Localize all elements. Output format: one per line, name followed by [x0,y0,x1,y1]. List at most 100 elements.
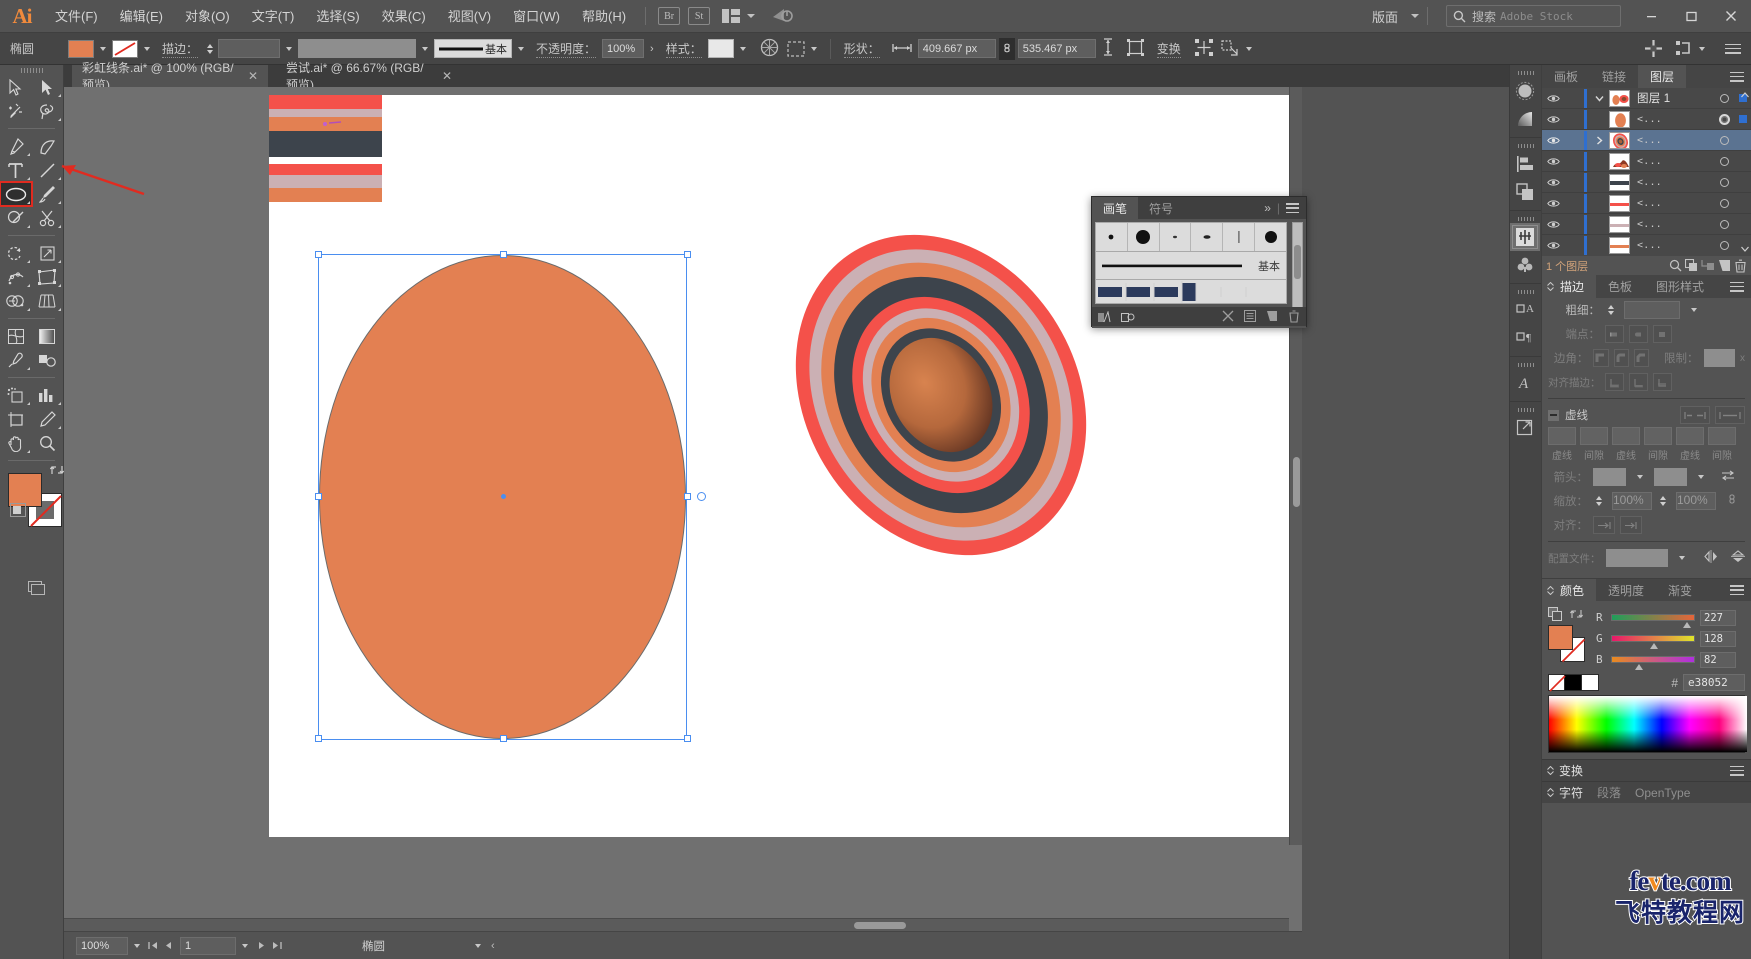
layers-scroll-down-icon[interactable] [1739,243,1750,254]
target-indicator-6[interactable] [1713,219,1735,229]
concentric-rainbow-ellipse[interactable] [769,220,1114,570]
paintbrush-tool[interactable] [32,182,64,206]
brushes-panel[interactable]: 画笔 符号 » | 基本 [1091,196,1307,328]
lasso-tool[interactable] [32,99,64,123]
stroke-weight-stepper[interactable] [204,40,216,58]
brush-preset-1[interactable] [1096,223,1128,251]
last-artboard-button[interactable] [269,937,284,955]
rainbow-strip-artwork[interactable] [269,95,382,210]
target-indicator-5[interactable] [1713,198,1735,208]
workspace-chevron-down-icon[interactable] [1411,14,1419,18]
channel-value-b[interactable]: 82 [1700,651,1736,668]
transform-button[interactable]: 变换 [1156,40,1181,58]
shape-height-field[interactable]: 535.467 px [1017,39,1096,58]
locate-object-icon[interactable] [1669,259,1682,272]
libraries-panel-icon[interactable] [1121,311,1135,323]
brush-libraries-icon[interactable] [1098,310,1111,323]
eyedropper-tool[interactable] [0,348,32,372]
gap-field-1[interactable] [1580,427,1608,445]
target-indicator-2[interactable] [1713,135,1735,145]
delete-brush-icon[interactable] [1288,310,1300,323]
draw-normal-mode[interactable] [10,503,26,517]
layer-row-3[interactable]: <... [1542,151,1751,172]
constrain-proportions-toggle[interactable] [998,37,1015,60]
corner-bevel-button[interactable] [1633,349,1649,367]
arrow-align-place-button[interactable] [1620,516,1642,534]
transform-collapse-icon[interactable] [1547,766,1554,775]
color-fill-swatch[interactable] [1548,625,1573,650]
profile-select[interactable] [1605,549,1668,567]
bbox-handle-bl[interactable] [315,735,322,742]
select-similar-chevron-down-icon[interactable] [810,46,817,51]
swap-fill-stroke-icon[interactable] [49,463,65,477]
visibility-toggle-icon-3[interactable] [1542,157,1564,166]
dock-symbols2-icon[interactable] [1510,251,1540,279]
stroke-panel-menu-icon[interactable] [1730,281,1744,292]
channel-value-r[interactable]: 227 [1700,609,1736,626]
brush-preset-5[interactable] [1223,223,1256,251]
dash-field-3[interactable] [1676,427,1704,445]
channel-slider-b[interactable] [1611,656,1695,670]
tab-stroke[interactable]: 描边 [1542,275,1597,298]
magic-wand-tool[interactable] [0,99,32,123]
transform-each-button[interactable] [1221,40,1258,57]
control-bar-menu-icon[interactable] [1725,43,1741,54]
menu-file[interactable]: 文件(F) [44,0,109,33]
stroke-profile-field[interactable] [298,39,417,58]
opacity-value-field[interactable]: 100% [602,39,645,58]
arrowhead-start-select[interactable] [1593,468,1626,486]
dock-symbols-icon[interactable] [1510,223,1540,251]
line-segment-tool[interactable] [32,158,64,182]
zoom-chevron-down-icon[interactable] [134,943,140,948]
dock-gradient-icon[interactable] [1510,105,1540,133]
gap-field-2[interactable] [1644,427,1672,445]
stroke-weight-stepper-2[interactable] [1605,301,1617,319]
width-tool[interactable] [0,265,32,289]
menu-select[interactable]: 选择(S) [305,0,370,33]
bbox-handle-tl[interactable] [315,251,322,258]
hex-value-input[interactable]: e38052 [1683,674,1745,691]
status-prev-icon[interactable]: ‹ [491,940,495,952]
dash-align-corners-button[interactable] [1715,406,1745,424]
layer-row-5[interactable]: <... [1542,193,1751,214]
arrow-scale-input-1[interactable]: 100% [1612,492,1652,510]
opacity-expand-icon[interactable]: › [650,43,654,55]
link-arrow-scales-icon[interactable] [1727,492,1737,510]
tab-graphic-styles[interactable]: 图形样式 [1644,275,1716,298]
close-icon-2[interactable]: ✕ [442,69,452,83]
rotate-tool[interactable] [0,241,32,265]
type-tool[interactable] [0,158,32,182]
dash-field-1[interactable] [1548,427,1576,445]
fill-chevron-down-icon[interactable] [100,46,106,51]
cap-round-button[interactable] [1629,325,1648,343]
pathfinder-chevron-down-icon[interactable] [1699,46,1705,51]
zoom-tool[interactable] [32,431,64,455]
layer-row-0[interactable]: 图层 1 [1542,88,1751,109]
cap-butt-button[interactable] [1605,325,1624,343]
visibility-toggle-icon-5[interactable] [1542,199,1564,208]
stroke-swatch-control[interactable] [112,39,156,58]
arrow-scale-stepper-2[interactable] [1657,492,1669,510]
stroke-weight-chevron-down-icon[interactable] [286,46,293,51]
menu-effect[interactable]: 效果(C) [371,0,437,33]
direct-selection-tool[interactable] [32,75,64,99]
panel-collapse-arrows-icon[interactable] [1547,282,1554,291]
brush-pattern-row[interactable] [1095,280,1287,304]
new-layer-icon[interactable] [1718,259,1731,272]
scissors-tool[interactable] [32,206,64,230]
bbox-handle-tr[interactable] [684,251,691,258]
visibility-toggle-icon-0[interactable] [1542,94,1564,103]
transform-panel-bar[interactable]: 变换 [1542,759,1751,781]
brush-preset-3[interactable] [1160,223,1192,251]
tab-brushes[interactable]: 画笔 [1092,197,1139,219]
tab-color[interactable]: 颜色 [1542,579,1597,601]
disclosure-triangle-2[interactable] [1589,135,1609,145]
collapse-panel-icon[interactable]: » [1264,201,1271,215]
dash-checkbox[interactable] [1548,409,1559,421]
bbox-handle-mr[interactable] [684,493,691,500]
pathfinder-panel-icon[interactable] [1676,41,1693,56]
miter-limit-input[interactable] [1703,349,1736,367]
artboard-tool[interactable] [0,407,32,431]
layer-row-1[interactable]: <... [1542,109,1751,130]
arrow-align-extend-button[interactable] [1593,516,1615,534]
